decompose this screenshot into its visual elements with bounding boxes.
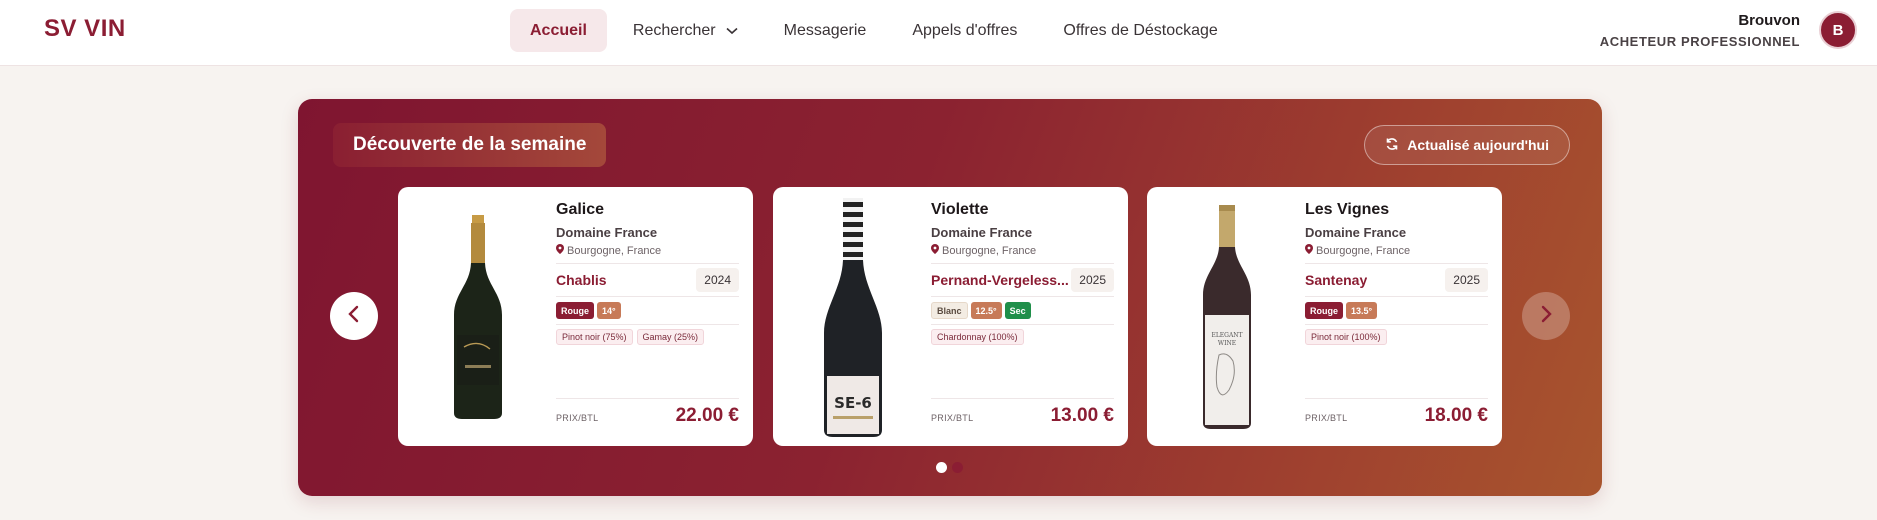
main-nav: Accueil Rechercher Messagerie Appels d'o… <box>510 9 1244 52</box>
wine-badges: Blanc 12.5° Sec <box>931 302 1031 319</box>
wine-bottle-image: ELEGANT WINE <box>1167 195 1287 440</box>
nav-accueil[interactable]: Accueil <box>510 9 607 52</box>
wine-card[interactable]: Galice Domaine France Bourgogne, France … <box>398 187 753 446</box>
wine-region-label: Bourgogne, France <box>567 244 662 257</box>
carousel-pagination <box>936 462 963 473</box>
wine-badges: Rouge 13.5° <box>1305 302 1378 319</box>
nav-rechercher-label: Rechercher <box>632 21 716 39</box>
price-label: PRIX/BTL <box>1305 413 1348 423</box>
nav-destockage[interactable]: Offres de Déstockage <box>1043 9 1237 52</box>
svg-text:WINE: WINE <box>1218 340 1236 347</box>
wine-vintage: 2024 <box>696 268 739 292</box>
refresh-label: Actualisé aujourd'hui <box>1407 137 1549 153</box>
color-badge: Blanc <box>931 302 968 319</box>
nav-rechercher[interactable]: Rechercher <box>613 9 758 52</box>
wine-name: Galice <box>556 201 605 218</box>
chevron-down-icon <box>726 27 738 35</box>
wine-bottle-image: SE-6 <box>793 195 913 440</box>
avatar[interactable]: B <box>1819 11 1857 49</box>
svg-text:SE-6: SE-6 <box>834 394 872 412</box>
degree-badge: 14° <box>597 302 621 319</box>
price-label: PRIX/BTL <box>556 413 599 423</box>
grape-list: Pinot noir (75%) Gamay (25%) <box>556 329 705 345</box>
degree-badge: 13.5° <box>1346 302 1378 319</box>
grape-tag: Pinot noir (100%) <box>1305 329 1387 345</box>
grape-tag: Pinot noir (75%) <box>556 329 633 345</box>
user-info[interactable]: Brouvon ACHETEUR PROFESSIONNEL <box>1600 12 1800 49</box>
degree-badge: 12.5° <box>970 302 1002 319</box>
wine-info: Violette Domaine France Bourgogne, Franc… <box>931 187 1114 446</box>
wine-vintage: 2025 <box>1071 268 1114 292</box>
wine-vintage: 2025 <box>1445 268 1488 292</box>
wine-card[interactable]: SE-6 Violette Domaine France Bourgogne, … <box>773 187 1128 446</box>
wine-name: Les Vignes <box>1305 201 1390 218</box>
logo[interactable]: SV VIN <box>44 15 126 43</box>
pagination-dot-active[interactable] <box>936 462 947 473</box>
grape-tag: Gamay (25%) <box>636 329 705 345</box>
wine-region: Bourgogne, France <box>1305 244 1410 257</box>
discovery-banner: Découverte de la semaine Actualisé aujou… <box>298 99 1602 496</box>
wine-info: Les Vignes Domaine France Bourgogne, Fra… <box>1305 187 1488 446</box>
banner-title: Découverte de la semaine <box>333 123 607 167</box>
refresh-icon <box>1385 137 1399 154</box>
wine-domain: Domaine France <box>556 225 658 240</box>
wine-price: 18.00 € <box>1424 405 1488 426</box>
map-pin-icon <box>556 244 564 257</box>
nav-messagerie-label: Messagerie <box>783 21 867 39</box>
nav-appels-offres-label: Appels d'offres <box>912 21 1018 39</box>
grape-list: Chardonnay (100%) <box>931 329 1024 345</box>
wine-price: 13.00 € <box>1050 405 1114 426</box>
wine-domain: Domaine France <box>1305 225 1407 240</box>
chevron-right-icon <box>1539 305 1553 328</box>
wine-bottle-image <box>418 195 538 440</box>
color-badge: Rouge <box>556 302 594 319</box>
wine-region: Bourgogne, France <box>931 244 1036 257</box>
wine-price: 22.00 € <box>675 405 739 426</box>
map-pin-icon <box>931 244 939 257</box>
wine-badges: Rouge 14° <box>556 302 621 319</box>
wine-appellation: Pernand-Vergeless... <box>931 272 1069 288</box>
price-label: PRIX/BTL <box>931 413 974 423</box>
wine-appellation: Chablis <box>556 272 607 288</box>
grape-tag: Chardonnay (100%) <box>931 329 1024 345</box>
refresh-button[interactable]: Actualisé aujourd'hui <box>1364 125 1570 165</box>
nav-accueil-label: Accueil <box>530 21 587 39</box>
style-badge: Sec <box>1004 302 1031 319</box>
wine-region-label: Bourgogne, France <box>1316 244 1411 257</box>
wine-card[interactable]: ELEGANT WINE Les Vignes Domaine France B… <box>1147 187 1502 446</box>
user-name: Brouvon <box>1738 12 1800 29</box>
user-role: ACHETEUR PROFESSIONNEL <box>1599 34 1800 49</box>
wine-info: Galice Domaine France Bourgogne, France … <box>556 187 739 446</box>
chevron-left-icon <box>347 305 361 328</box>
nav-appels-offres[interactable]: Appels d'offres <box>892 9 1037 52</box>
wine-appellation: Santenay <box>1305 272 1368 288</box>
wine-name: Violette <box>931 201 989 218</box>
wine-domain: Domaine France <box>931 225 1033 240</box>
top-navbar: SV VIN Accueil Rechercher Messagerie App… <box>0 0 1877 66</box>
nav-messagerie[interactable]: Messagerie <box>764 9 887 52</box>
pagination-dot[interactable] <box>952 462 963 473</box>
wine-region: Bourgogne, France <box>556 244 661 257</box>
wine-region-label: Bourgogne, France <box>942 244 1037 257</box>
carousel-prev-button[interactable] <box>330 292 378 340</box>
grape-list: Pinot noir (100%) <box>1305 329 1387 345</box>
map-pin-icon <box>1305 244 1313 257</box>
carousel-next-button[interactable] <box>1522 292 1570 340</box>
svg-text:ELEGANT: ELEGANT <box>1211 332 1242 339</box>
nav-destockage-label: Offres de Déstockage <box>1063 21 1218 39</box>
color-badge: Rouge <box>1305 302 1343 319</box>
